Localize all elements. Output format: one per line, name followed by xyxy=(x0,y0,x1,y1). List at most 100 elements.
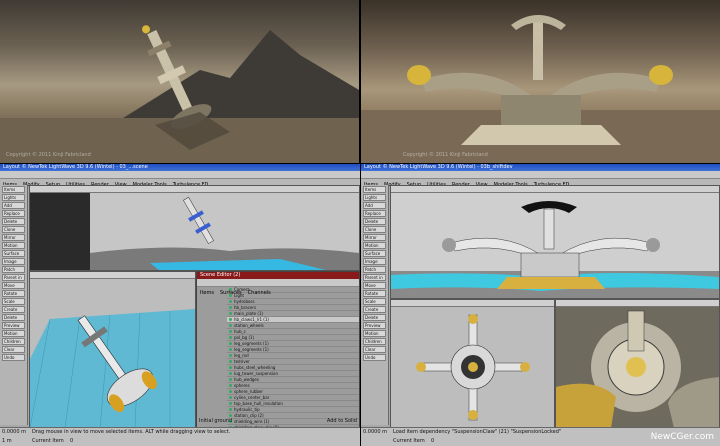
render-right-watermark: Copyright © 2011 Kinji Fabricland xyxy=(403,152,488,158)
viewport-top-scene xyxy=(391,307,554,427)
side-btn-scale[interactable]: Scale xyxy=(2,298,25,305)
position-readout: 0.0000 m xyxy=(2,429,26,435)
side-btn-motion-options[interactable]: Motion Options xyxy=(2,242,25,249)
scene-item-label: pol_bg (1) xyxy=(234,335,255,340)
visibility-icon[interactable] xyxy=(229,348,232,351)
side-btn-image-edit[interactable]: Image Edit xyxy=(363,258,386,265)
visibility-icon[interactable] xyxy=(229,414,232,417)
current-frame[interactable]: 0 xyxy=(431,438,434,445)
window-title: Layout © NewTek LightWave 3D 9.6 (Wintel… xyxy=(361,164,720,171)
viewport-camera[interactable]: Camera ViewTextured Shaded Solid xyxy=(390,185,720,299)
visibility-icon[interactable] xyxy=(229,354,232,357)
scene-tab-items[interactable]: Items xyxy=(197,290,217,297)
side-btn-clone[interactable]: Clone xyxy=(2,226,25,233)
side-btn-parent-in-place[interactable]: Parent in Place xyxy=(2,274,25,281)
side-btn-create-key[interactable]: Create Key xyxy=(2,306,25,313)
side-btn-motion-paths[interactable]: Motion Paths xyxy=(2,330,25,337)
side-btn-delete-key[interactable]: Delete Key xyxy=(363,314,386,321)
scene-item-label: lug_tower_suspension xyxy=(234,371,278,376)
visibility-icon[interactable] xyxy=(229,366,232,369)
side-btn-move[interactable]: Move xyxy=(363,282,386,289)
viewport-top[interactable]: Top (XZ)Shaded Solid xyxy=(390,299,555,428)
grid-size: 1 m xyxy=(2,438,12,444)
side-btn-lights[interactable]: Lights xyxy=(2,194,25,201)
viewport-header: PerspectiveTextured Shaded Solid xyxy=(556,300,719,317)
scene-item-label: station_clip (2) xyxy=(234,413,264,418)
side-btn-rotate[interactable]: Rotate xyxy=(363,290,386,297)
side-btn-image-edit[interactable]: Image Edit xyxy=(2,258,25,265)
visibility-icon[interactable] xyxy=(229,342,232,345)
visibility-icon[interactable] xyxy=(229,396,232,399)
visibility-icon[interactable] xyxy=(229,312,232,315)
visibility-icon[interactable] xyxy=(229,330,232,333)
side-btn-scale[interactable]: Scale xyxy=(363,298,386,305)
side-btn-clear-selected[interactable]: Clear Selected xyxy=(363,346,386,353)
render-left-watermark: Copyright © 2011 Kinji Fabricland xyxy=(6,152,91,158)
visibility-icon[interactable] xyxy=(229,336,232,339)
scene-editor-title: Scene Editor (2) xyxy=(197,272,359,279)
side-btn-preview[interactable]: Preview xyxy=(363,322,386,329)
visibility-icon[interactable] xyxy=(229,300,232,303)
visibility-icon[interactable] xyxy=(229,378,232,381)
viewport-perspective[interactable]: PerspectiveShaded Solid xyxy=(29,271,196,428)
side-btn-delete[interactable]: Delete xyxy=(363,218,386,225)
visibility-icon[interactable] xyxy=(229,324,232,327)
side-btn-add[interactable]: Add xyxy=(363,202,386,209)
side-btn-delete[interactable]: Delete xyxy=(2,218,25,225)
side-btn-move[interactable]: Move xyxy=(2,282,25,289)
side-btn-patch[interactable]: Patch xyxy=(363,266,386,273)
layout-window-left: Layout © NewTek LightWave 3D 9.6 (Wintel… xyxy=(0,164,360,446)
current-frame[interactable]: 0 xyxy=(70,438,73,445)
side-btn-items[interactable]: Items xyxy=(2,186,25,193)
side-btn-children[interactable]: Children xyxy=(2,338,25,345)
side-toolbar: Items Lights Add Replace Delete Clone Mi… xyxy=(361,185,389,425)
side-btn-mirror[interactable]: Mirror xyxy=(2,234,25,241)
current-item-label: Current Item xyxy=(393,438,425,444)
side-btn-clone[interactable]: Clone xyxy=(363,226,386,233)
side-btn-rotate[interactable]: Rotate xyxy=(2,290,25,297)
side-btn-create-key[interactable]: Create Key xyxy=(363,306,386,313)
side-btn-surface-edit[interactable]: Surface Edit xyxy=(363,250,386,257)
status-hint: Load item dependency "SuspensionClaw" (2… xyxy=(393,429,562,435)
side-btn-motion-paths[interactable]: Motion Paths xyxy=(363,330,386,337)
viewport-header: Camera ViewTextured Shaded Solid xyxy=(30,186,359,203)
side-btn-parent-in-place[interactable]: Parent in Place xyxy=(363,274,386,281)
side-btn-items[interactable]: Items xyxy=(363,186,386,193)
visibility-icon[interactable] xyxy=(229,402,232,405)
render-left: Copyright © 2011 Kinji Fabricland xyxy=(0,0,359,163)
scene-footer-right[interactable]: Add to Solid xyxy=(327,418,357,425)
visibility-icon[interactable] xyxy=(229,390,232,393)
visibility-icon[interactable] xyxy=(229,408,232,411)
side-btn-undo[interactable]: Undo xyxy=(2,354,25,361)
visibility-icon[interactable] xyxy=(229,360,232,363)
scene-item-label: hub_c xyxy=(234,329,246,334)
side-btn-lights[interactable]: Lights xyxy=(363,194,386,201)
viewport-perspective[interactable]: PerspectiveTextured Shaded Solid xyxy=(555,299,720,428)
visibility-icon[interactable] xyxy=(229,318,232,321)
side-btn-children[interactable]: Children xyxy=(363,338,386,345)
side-btn-clear-selected[interactable]: Clear Selected xyxy=(2,346,25,353)
status-bar: 0.0000 m Drag mouse in view to move sele… xyxy=(0,427,360,446)
visibility-icon[interactable] xyxy=(229,372,232,375)
visibility-icon[interactable] xyxy=(229,384,232,387)
scene-editor: Scene Editor (2) Items Surfaces Channels C… xyxy=(196,271,360,428)
visibility-icon[interactable] xyxy=(229,288,232,291)
side-toolbar: Items Lights Add Replace Delete Clone Mi… xyxy=(0,185,28,425)
viewport-header: Top (XZ)Shaded Solid xyxy=(391,300,554,317)
side-btn-patch[interactable]: Patch xyxy=(2,266,25,273)
viewport-camera[interactable]: Camera ViewTextured Shaded Solid xyxy=(29,185,360,271)
side-btn-preview[interactable]: Preview xyxy=(2,322,25,329)
tab-bar: ItemsModifySetupUtilitiesRenderViewModel… xyxy=(361,171,720,188)
visibility-icon[interactable] xyxy=(229,294,232,297)
side-btn-surface-edit[interactable]: Surface Edit xyxy=(2,250,25,257)
side-btn-replace[interactable]: Replace xyxy=(2,210,25,217)
side-btn-replace[interactable]: Replace xyxy=(363,210,386,217)
side-btn-delete-key[interactable]: Delete Key xyxy=(2,314,25,321)
position-readout: 0.0000 m xyxy=(363,429,387,435)
side-btn-add[interactable]: Add xyxy=(2,202,25,209)
viewport-camera-scene xyxy=(30,193,359,270)
side-btn-undo[interactable]: Undo xyxy=(363,354,386,361)
side-btn-mirror[interactable]: Mirror xyxy=(363,234,386,241)
visibility-icon[interactable] xyxy=(229,306,232,309)
side-btn-motion-options[interactable]: Motion Options xyxy=(363,242,386,249)
